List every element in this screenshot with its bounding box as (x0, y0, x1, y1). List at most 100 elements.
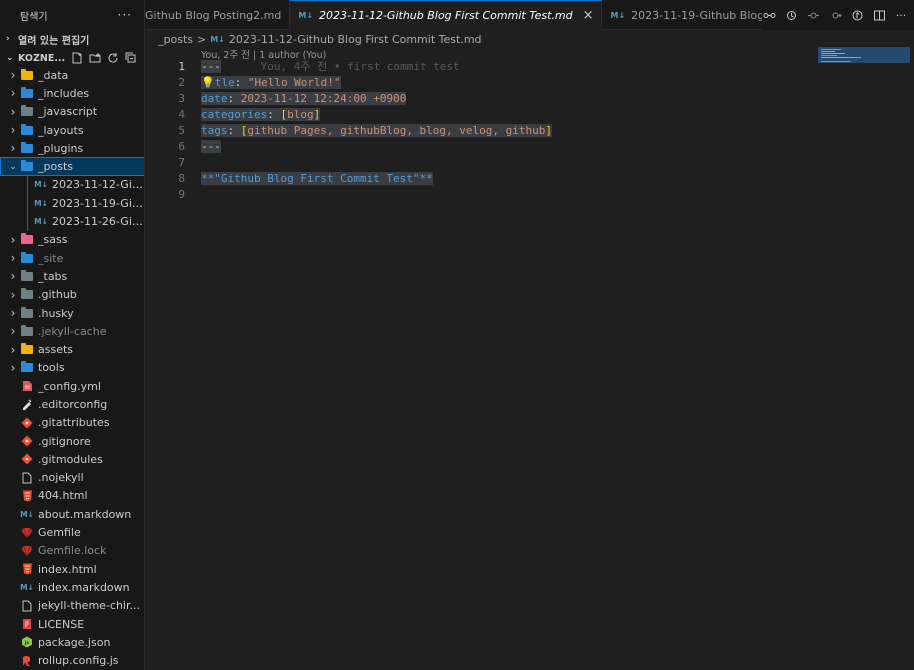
breadcrumb-file[interactable]: 2023-11-12-Github Blog First Commit Test… (229, 33, 482, 46)
git-history-icon[interactable] (784, 8, 798, 22)
tree-item-label: Gemfile (38, 526, 81, 540)
tree-item-404-html[interactable]: 404.html (0, 487, 144, 505)
more-actions-icon[interactable]: ··· (894, 8, 908, 22)
next-change-icon[interactable] (828, 8, 842, 22)
tree-item-2023-11-26-gith[interactable]: M↓ 2023-11-26-Gith... (0, 212, 144, 230)
tree-item-nojekyll[interactable]: .nojekyll (0, 469, 144, 487)
code-line-2: 💡tle: "Hello World!" (201, 76, 341, 89)
tree-item-label: .husky (38, 306, 74, 320)
tree-item-index-html[interactable]: index.html (0, 560, 144, 578)
folder-icon (20, 160, 34, 173)
tree-item-gitattributes[interactable]: .gitattributes (0, 414, 144, 432)
key-title: tle (214, 76, 235, 89)
tree-item-index-markdown[interactable]: M↓ index.markdown (0, 578, 144, 596)
split-editor-icon[interactable] (872, 8, 886, 22)
tree-item-tabs[interactable]: › _tabs (0, 267, 144, 285)
folder-icon (20, 105, 34, 118)
line-number: 8 (178, 172, 185, 185)
chevron-right-icon: › (10, 287, 16, 302)
breadcrumb-folder[interactable]: _posts (158, 33, 193, 46)
chevron-right-icon: › (10, 232, 16, 247)
tree-item-data[interactable]: › _data (0, 66, 144, 84)
line-number: 5 (178, 124, 185, 137)
project-section[interactable]: ⌄ KOZNE... (0, 48, 144, 68)
tree-item-label: .nojekyll (38, 471, 84, 485)
code-line-8: **"Github Blog First Commit Test"** (201, 171, 811, 187)
tree-item-jekyll-theme-chir[interactable]: jekyll-theme-chir... (0, 597, 144, 615)
breadcrumb-separator: > (197, 32, 207, 46)
folder-icon (20, 123, 34, 136)
tree-item-label: _layouts (38, 123, 84, 137)
tree-item-label: about.markdown (38, 507, 132, 521)
editor-actions: ··· (762, 0, 914, 30)
compare-changes-icon[interactable] (762, 8, 776, 22)
tree-item-label: Gemfile.lock (38, 544, 107, 558)
tree-item-includes[interactable]: › _includes (0, 84, 144, 102)
folder-icon (20, 306, 34, 319)
git-icon (20, 417, 34, 429)
tree-item-label: _tabs (38, 269, 68, 283)
tree-item-javascript[interactable]: › _javascript (0, 103, 144, 121)
tree-item-config-yml[interactable]: _config.yml (0, 377, 144, 395)
tree-item-editorconfig[interactable]: .editorconfig (0, 395, 144, 413)
tree-item-gitignore[interactable]: .gitignore (0, 432, 144, 450)
tab-first-commit-test[interactable]: M↓ 2023-11-12-Github Blog First Commit T… (290, 0, 603, 30)
tree-item-label: _includes (38, 86, 90, 100)
tree-item-layouts[interactable]: › _layouts (0, 121, 144, 139)
open-changes-icon[interactable] (850, 8, 864, 22)
new-file-icon[interactable] (71, 52, 83, 64)
tree-item-jekyll-cache[interactable]: › .jekyll-cache (0, 322, 144, 340)
previous-change-icon[interactable] (806, 8, 820, 22)
tree-item-github[interactable]: › .github (0, 286, 144, 304)
tree-item-assets[interactable]: › assets (0, 340, 144, 358)
folder-icon (20, 141, 34, 154)
git-blame-annotation: You, 4주 전 • first commit test (260, 60, 460, 73)
svg-text:js: js (24, 640, 30, 646)
tree-item-label: rollup.config.js (38, 654, 119, 668)
key-tags: tags (201, 124, 228, 137)
license-icon (20, 618, 34, 630)
line-number: 3 (178, 92, 185, 105)
collapse-all-icon[interactable] (125, 52, 137, 64)
tree-item-site[interactable]: › _site (0, 249, 144, 267)
markdown-icon: M↓ (210, 34, 225, 44)
tree-item-gitmodules[interactable]: .gitmodules (0, 450, 144, 468)
tree-item-husky[interactable]: › .husky (0, 304, 144, 322)
tree-item-gemfile-lock[interactable]: Gemfile.lock (0, 542, 144, 560)
tree-item-license[interactable]: LICENSE (0, 615, 144, 633)
refresh-icon[interactable] (107, 52, 119, 64)
editor-tabs: Github Blog Posting2.md M↓ 2023-11-12-Gi… (145, 0, 914, 30)
value-categories: blog (287, 108, 314, 121)
lightbulb-icon[interactable]: 💡 (201, 76, 215, 89)
project-name: KOZNE... (18, 52, 66, 64)
tree-item-label: _posts (38, 160, 73, 174)
tree-item-label: _config.yml (38, 379, 101, 393)
tree-item-2023-11-12-gith[interactable]: M↓ 2023-11-12-Gith... (0, 176, 144, 194)
folder-icon (20, 288, 34, 301)
tree-item-sass[interactable]: › _sass (0, 231, 144, 249)
tree-item-posts[interactable]: ⌄ _posts (0, 157, 144, 176)
folder-icon (20, 343, 34, 356)
markdown-icon: M↓ (298, 11, 314, 20)
chevron-right-icon: › (10, 306, 16, 320)
tree-item-tools[interactable]: › tools (0, 359, 144, 377)
open-editors-section[interactable]: › 열려 있는 편집기 (0, 30, 144, 48)
tree-item-plugins[interactable]: › _plugins (0, 139, 144, 157)
tree-item-rollup-config-js[interactable]: rollup.config.js (0, 652, 144, 670)
close-icon[interactable]: × (583, 8, 594, 23)
tree-item-package-json[interactable]: js package.json (0, 633, 144, 651)
new-folder-icon[interactable] (89, 52, 101, 64)
code-line-1: --- You, 4주 전 • first commit test (201, 59, 811, 75)
more-actions-icon[interactable]: ··· (118, 8, 132, 22)
tab-posting2[interactable]: Github Blog Posting2.md (145, 0, 291, 30)
value-title: "Hello World!" (247, 76, 341, 89)
chevron-right-icon: › (10, 86, 16, 101)
vertical-scrollbar[interactable] (910, 30, 914, 670)
chevron-right-icon: › (10, 324, 16, 339)
tree-item-about-markdown[interactable]: M↓ about.markdown (0, 505, 144, 523)
tree-item-2023-11-19-gith[interactable]: M↓ 2023-11-19-Gith... (0, 194, 144, 212)
project-actions (71, 52, 137, 64)
tree-item-gemfile[interactable]: Gemfile (0, 523, 144, 541)
code-editor[interactable]: --- You, 4주 전 • first commit test 💡tle: … (201, 59, 811, 203)
